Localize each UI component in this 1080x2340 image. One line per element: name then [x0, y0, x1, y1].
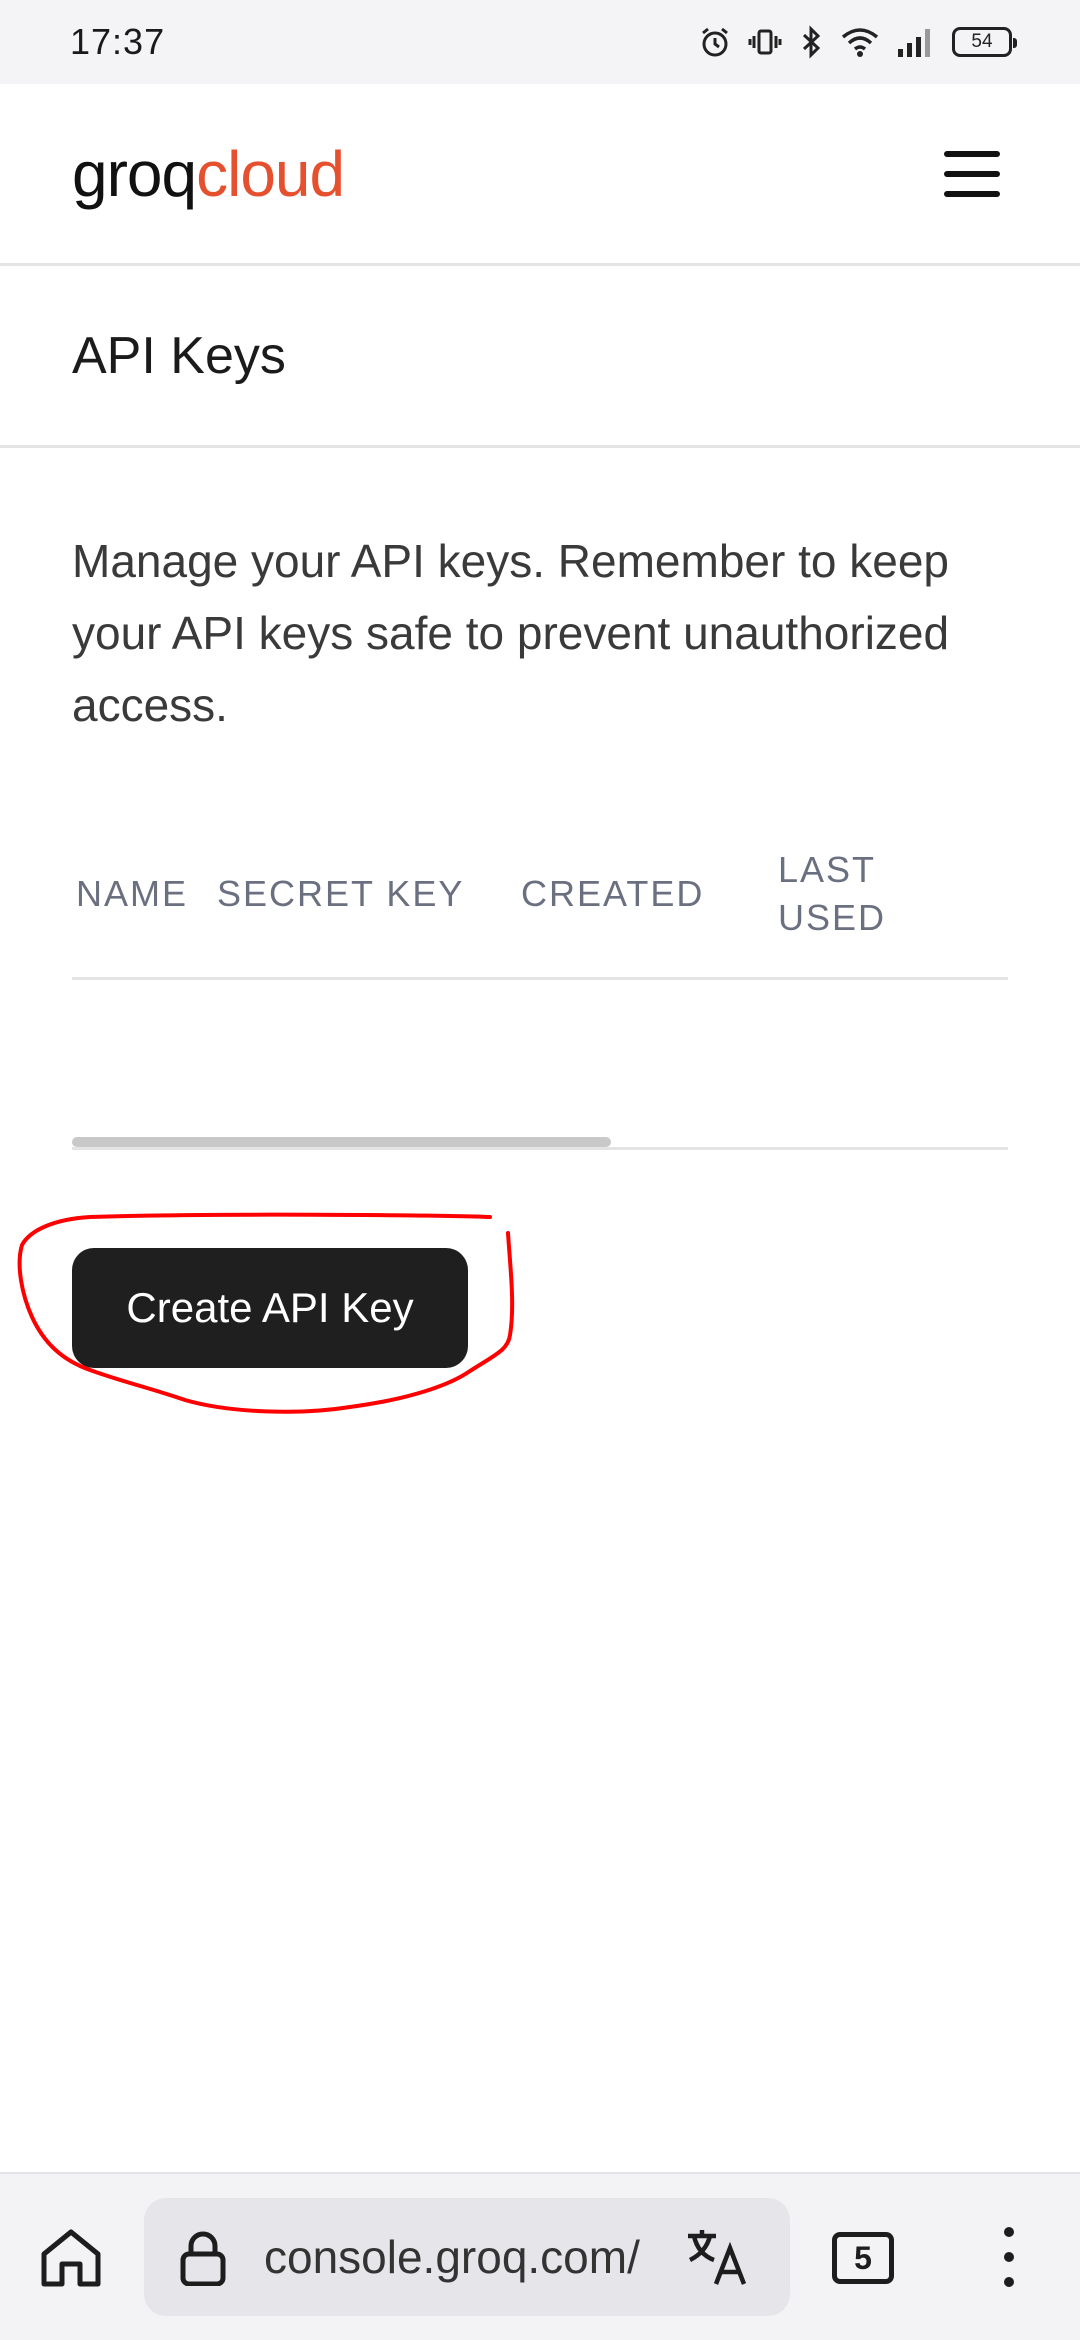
lock-icon [180, 2231, 226, 2286]
page-title-bar: API Keys [0, 266, 1080, 448]
horizontal-scrollbar[interactable] [72, 1137, 611, 1147]
battery-icon: 54 [952, 27, 1017, 57]
home-icon[interactable] [38, 2224, 104, 2290]
menu-line [944, 150, 1000, 157]
status-time: 17:37 [70, 21, 166, 62]
translate-icon[interactable] [684, 2226, 750, 2288]
battery-level: 54 [971, 31, 993, 52]
column-header-created: CREATED [521, 873, 705, 914]
page-description: Manage your API keys. Remember to keep y… [72, 535, 950, 731]
bluetooth-icon [802, 25, 821, 59]
address-bar[interactable]: console.groq.com/ [144, 2198, 790, 2316]
create-api-key-button[interactable]: Create API Key [72, 1248, 468, 1368]
browser-toolbar: console.groq.com/ 5 [0, 2172, 1080, 2340]
status-bar: 17:37 54 [0, 0, 1080, 84]
status-icons: 54 [698, 25, 1017, 59]
page-title: API Keys [72, 326, 286, 385]
column-header-last-used: LAST USED [778, 849, 887, 938]
groqcloud-logo[interactable]: groqcloud [72, 142, 345, 206]
column-header-name: NAME [76, 873, 189, 914]
alarm-icon [702, 27, 728, 57]
vibrate-icon [748, 29, 782, 55]
menu-line [944, 190, 1000, 197]
wifi-icon [841, 28, 879, 57]
logo-cloud-text: cloud [196, 137, 345, 210]
hamburger-menu-icon[interactable] [944, 150, 1000, 197]
menu-line [944, 170, 1000, 177]
api-keys-table-header: NAME SECRET KEY CREATED LAST USED [72, 840, 1008, 980]
more-vert-icon[interactable] [996, 2224, 1022, 2290]
column-header-secret-key: SECRET KEY [217, 873, 465, 914]
logo-groq-text: groq [72, 137, 197, 210]
signal-icon [898, 29, 930, 57]
tab-count: 5 [854, 2239, 872, 2276]
api-keys-table-body [72, 980, 1008, 1150]
tabs-icon[interactable]: 5 [832, 2232, 894, 2284]
app-header: groqcloud [0, 84, 1080, 266]
